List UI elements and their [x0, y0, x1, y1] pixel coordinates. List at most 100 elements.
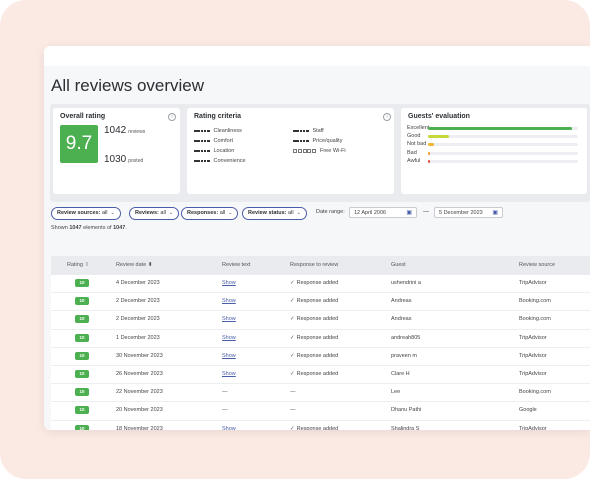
response-status: Response added	[296, 298, 339, 305]
rating-badge: 10	[75, 388, 89, 397]
responses-filter[interactable]: Responses: all ⌄	[181, 207, 239, 220]
rating-square-icon	[194, 159, 197, 163]
review-source-cell: TripAdvisor	[519, 280, 547, 286]
rating-square-icon	[299, 139, 303, 143]
response-status: Response added	[296, 334, 339, 341]
response-status: Response added	[296, 280, 339, 286]
guest-column-header: Guest	[391, 262, 406, 268]
rating-square-icon	[203, 149, 207, 153]
table-row[interactable]: 10 26 November 2023 Show ✓ Response added Cla…	[51, 365, 590, 385]
chevron-down-icon: ⌄	[228, 210, 233, 216]
criteria-item: Staff	[293, 128, 324, 134]
review-date-cell: 4 December 2023	[116, 280, 160, 286]
table-row[interactable]: 10 20 November 2023 — — Dhanu Pathi Google	[51, 402, 590, 421]
rating-square-icon	[296, 129, 299, 133]
filter-label: Responses:	[187, 210, 219, 216]
shown-count-value: 1047	[69, 225, 82, 231]
date-from-value: 12 April 2006	[354, 210, 387, 216]
rating-badge: 10	[75, 369, 89, 378]
filter-value: all	[288, 210, 294, 216]
review-date-cell: 1 December 2023	[116, 334, 160, 341]
guest-cell: ushendrini a	[391, 280, 421, 286]
guest-evaluation-label: Not bad	[407, 141, 427, 148]
rating-square-icon	[203, 159, 207, 163]
criteria-label: Cleanliness	[213, 128, 242, 134]
info-icon[interactable]: i	[383, 113, 391, 121]
review-source-cell: TripAdvisor	[519, 334, 547, 341]
rating-square-icon	[312, 149, 317, 153]
table-row[interactable]: 10 2 December 2023 Show ✓ Response added Andr…	[51, 311, 590, 330]
rating-square-icon	[200, 159, 204, 163]
response-status: Response added	[296, 316, 339, 323]
guests-evaluation-card: Guests' evaluation Excellent Good Not bad B…	[401, 108, 587, 194]
response-cell: —	[290, 389, 296, 395]
show-review-link[interactable]: Show	[222, 371, 236, 377]
top-bar	[44, 46, 590, 67]
rating-square-icon	[293, 129, 296, 133]
rating-square-icon	[207, 139, 210, 143]
table-body: 10 4 December 2023 Show ✓ Response added ushe…	[51, 275, 590, 430]
table-row[interactable]: 10 4 December 2023 Show ✓ Response added ushe…	[51, 275, 590, 294]
shown-total-value: 1047	[113, 225, 126, 231]
reviews-filter[interactable]: Reviews: all ⌄	[129, 207, 180, 220]
rating-square-icon	[194, 139, 197, 143]
show-review-link[interactable]: Show	[222, 426, 236, 431]
rating-square-icon	[306, 139, 309, 143]
sort-icon: ⬍	[147, 262, 153, 268]
rating-square-icon	[197, 129, 200, 133]
rating-badge: 10	[75, 297, 89, 306]
review-source-cell: Booking.com	[519, 389, 551, 396]
date-to-value: 5 December 2023	[439, 210, 483, 216]
table-row[interactable]: 10 2 December 2023 Show ✓ Response added Andr…	[51, 293, 590, 312]
show-review-link[interactable]: Show	[222, 353, 236, 359]
rating-square-icon	[197, 139, 200, 143]
guest-cell: Lee	[391, 389, 401, 396]
check-icon: ✓	[290, 370, 295, 377]
table-row[interactable]: 10 18 November 2023 Show ✓ Response added Sha…	[51, 420, 590, 431]
rating-square-icon	[200, 129, 204, 133]
review-sources-filter[interactable]: Review sources: all ⌄	[51, 207, 121, 220]
rating-square-icon	[197, 149, 200, 153]
reviews-count-label: reviews	[128, 129, 146, 135]
check-icon: ✓	[290, 334, 295, 341]
criteria-item: Convenience	[194, 158, 246, 164]
rating-column-header[interactable]: Rating ⇕	[67, 262, 89, 268]
response-status: Response added	[296, 352, 339, 359]
show-review-link[interactable]: Show	[222, 280, 236, 286]
rating-badge: 10	[75, 351, 89, 360]
rating-square-icon	[307, 149, 312, 153]
guest-evaluation-bar	[428, 159, 431, 163]
table-row[interactable]: 10 1 December 2023 Show ✓ Response added andr…	[51, 329, 590, 348]
guest-evaluation-row: Not bad	[407, 141, 578, 148]
calendar-icon: ▣	[406, 210, 412, 216]
guest-evaluation-bar	[428, 151, 431, 155]
review-date-cell: 30 November 2023	[116, 352, 163, 359]
table-row[interactable]: 10 22 November 2023 — — Lee Booking.com	[51, 384, 590, 403]
show-review-link[interactable]: Show	[222, 298, 236, 304]
criteria-item: Comfort	[194, 138, 233, 144]
review-source-cell: TripAdvisor	[519, 352, 547, 359]
filter-label: Review sources:	[57, 210, 101, 216]
chevron-down-icon: ⌄	[110, 210, 115, 216]
rating-header-label: Rating	[67, 262, 83, 268]
date-column-header[interactable]: Review date ⬍	[116, 262, 152, 268]
review-status-filter[interactable]: Review status: all ⌄	[242, 207, 307, 220]
guest-evaluation-row: Bad	[407, 150, 578, 157]
date-to-field[interactable]: 5 December 2023 ▣	[434, 207, 503, 218]
criteria-label: Free Wi-Fi	[319, 148, 346, 154]
posted-count-label: posted	[128, 158, 144, 164]
info-icon[interactable]: i	[168, 113, 176, 121]
show-review-link[interactable]: Show	[222, 335, 236, 341]
date-from-field[interactable]: 12 April 2006 ▣	[349, 207, 417, 218]
guest-evaluation-track	[428, 151, 578, 155]
show-review-link[interactable]: Show	[222, 316, 236, 322]
check-icon: ✓	[290, 352, 295, 359]
response-cell: ✓ Response added	[290, 298, 338, 304]
response-cell: ✓ Response added	[290, 280, 338, 286]
shown-prefix: Shown	[51, 225, 68, 231]
check-icon: ✓	[290, 425, 295, 431]
table-header: Rating ⇕ Review date ⬍ Review text Respo…	[51, 256, 590, 275]
source-column-header: Review source	[519, 262, 556, 268]
table-row[interactable]: 10 30 November 2023 Show ✓ Response added pra…	[51, 347, 590, 366]
filter-value: all	[101, 210, 108, 216]
